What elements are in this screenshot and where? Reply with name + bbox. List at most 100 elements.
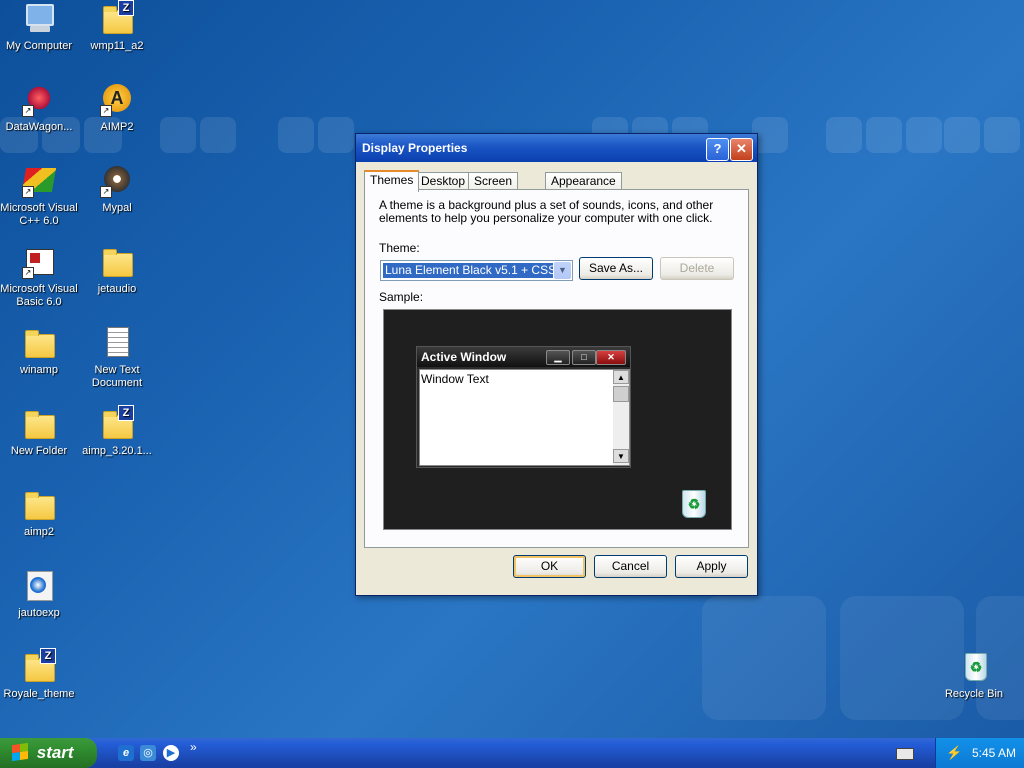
- wallpaper-decoration: [984, 117, 1020, 153]
- quick-launch-chevron[interactable]: »: [190, 740, 197, 754]
- desktop-icon-label: Royale_theme: [3, 688, 75, 700]
- folder-icon: [100, 245, 134, 279]
- desktop-icon-label: New Folder: [10, 445, 68, 457]
- wallpaper-decoration: [944, 117, 980, 153]
- safely-remove-hardware-icon[interactable]: ⚡: [946, 745, 962, 761]
- zip-folder-icon: Z: [100, 0, 134, 36]
- scroll-thumb: [613, 386, 629, 402]
- jautoexp-icon: [22, 569, 56, 603]
- internet-explorer-icon[interactable]: e: [118, 745, 134, 761]
- wallpaper-decoration: [200, 117, 236, 153]
- cancel-button[interactable]: Cancel: [594, 555, 667, 578]
- help-button[interactable]: ?: [706, 138, 729, 161]
- desktop-icon-mypal[interactable]: ↗ Mypal: [78, 164, 156, 215]
- theme-label: Theme:: [379, 241, 420, 255]
- visual-basic-icon: ↗: [22, 245, 56, 279]
- ok-button[interactable]: OK: [513, 555, 586, 578]
- desktop-icon-label: My Computer: [5, 40, 73, 52]
- desktop-icon-aimp2[interactable]: A ↗ AIMP2: [78, 83, 156, 134]
- scroll-down-icon: ▼: [613, 449, 629, 463]
- desktop-icon-label: Recycle Bin: [944, 688, 1004, 700]
- theme-select[interactable]: Luna Element Black v5.1 + CSS ▼: [380, 260, 573, 281]
- chevron-down-icon[interactable]: ▼: [554, 262, 571, 279]
- desktop-icon-label: aimp_3.20.1...: [82, 445, 152, 457]
- themes-panel: A theme is a background plus a set of so…: [364, 189, 749, 548]
- theme-description: A theme is a background plus a set of so…: [379, 198, 714, 225]
- wallpaper-decoration: [278, 117, 314, 153]
- desktop-icon-new-text-document[interactable]: New Text Document: [78, 326, 156, 390]
- desktop-icon-wmp11[interactable]: Z wmp11_a2: [78, 0, 156, 53]
- desktop-icon-label: Microsoft Visual C++ 6.0: [0, 202, 78, 227]
- sample-scrollbar: ▲ ▼: [613, 370, 629, 465]
- desktop-icon-label: jautoexp: [18, 607, 60, 619]
- sample-window-client: Window Text ▲ ▼: [419, 369, 630, 466]
- save-as-button[interactable]: Save As...: [579, 257, 653, 280]
- text-document-icon: [100, 326, 134, 360]
- wallpaper-decoration: [160, 117, 196, 153]
- clock[interactable]: 5:45 AM: [972, 738, 1016, 768]
- desktop-icon-label: Mypal: [102, 202, 132, 214]
- desktop-icon-winamp[interactable]: winamp: [0, 326, 78, 377]
- wallpaper-decoration: [318, 117, 354, 153]
- maximize-icon: □: [572, 350, 596, 365]
- zip-folder-icon: Z: [100, 405, 134, 441]
- desktop-icon-aimp2-folder[interactable]: aimp2: [0, 488, 78, 539]
- desktop-icon-label: New Text Document: [91, 364, 143, 389]
- close-button[interactable]: ✕: [730, 138, 753, 161]
- desktop-icon-datawagon[interactable]: ↗ DataWagon...: [0, 83, 78, 134]
- desktop-icon-visual-basic[interactable]: ↗ Microsoft Visual Basic 6.0: [0, 245, 78, 309]
- wallpaper-decoration: [866, 117, 902, 153]
- apply-button[interactable]: Apply: [675, 555, 748, 578]
- close-icon: ✕: [596, 350, 626, 365]
- minimize-icon: ▁: [546, 350, 570, 365]
- desktop-icon-label: Microsoft Visual Basic 6.0: [0, 283, 78, 308]
- sample-window-title-bar: Active Window ▁ □ ✕: [417, 347, 630, 367]
- desktop-icon-jetaudio[interactable]: jetaudio: [78, 245, 156, 296]
- display-properties-dialog: Display Properties ? ✕ Themes Desktop Sc…: [355, 133, 758, 596]
- dialog-title-bar[interactable]: Display Properties ? ✕: [356, 134, 757, 162]
- desktop-icon-label: wmp11_a2: [90, 40, 144, 52]
- desktop-icon-label: jetaudio: [97, 283, 137, 295]
- desktop-icon-royale-theme[interactable]: Z Royale_theme: [0, 648, 78, 701]
- desktop-icon-label: aimp2: [24, 526, 54, 538]
- tab-desktop[interactable]: Desktop: [415, 172, 472, 190]
- desktop-icon-recycle-bin[interactable]: ♻ Recycle Bin: [935, 650, 1013, 701]
- desktop-icon-jautoexp[interactable]: jautoexp: [0, 569, 78, 620]
- zip-folder-icon: Z: [22, 648, 56, 684]
- start-button[interactable]: start: [0, 738, 97, 768]
- delete-button[interactable]: Delete: [660, 257, 734, 280]
- sample-window-title: Active Window: [421, 350, 507, 364]
- desktop-icon-aimp-3-20[interactable]: Z aimp_3.20.1...: [78, 405, 156, 458]
- keyboard-icon[interactable]: [896, 748, 914, 760]
- wallpaper-decoration: [906, 117, 942, 153]
- folder-icon: [22, 326, 56, 360]
- aimp-icon: A ↗: [100, 83, 134, 117]
- tab-themes[interactable]: Themes: [364, 170, 420, 192]
- desktop-icon-my-computer[interactable]: My Computer: [0, 2, 78, 53]
- wallpaper-decoration: [826, 117, 862, 153]
- recycle-bin-icon: ♻: [957, 650, 991, 684]
- media-icon[interactable]: ◎: [140, 745, 156, 761]
- taskbar: start e ◎ ▶ » ⚡ 5:45 AM: [0, 738, 1024, 768]
- desktop-icon-label: winamp: [20, 364, 58, 376]
- media-player-icon[interactable]: ▶: [163, 745, 179, 761]
- start-label: start: [36, 743, 74, 762]
- mypal-icon: ↗: [100, 164, 134, 198]
- desktop-icon-label: AIMP2: [100, 121, 134, 133]
- help-icon: ?: [713, 141, 722, 156]
- scroll-up-icon: ▲: [613, 370, 629, 384]
- tab-appearance[interactable]: Appearance: [545, 172, 622, 190]
- visual-cpp-icon: ↗: [21, 164, 57, 198]
- computer-icon: [22, 2, 56, 36]
- sample-label: Sample:: [379, 290, 424, 304]
- tab-screen-saver[interactable]: Screen Saver: [468, 172, 519, 205]
- desktop-icon-visual-cpp[interactable]: ↗ Microsoft Visual C++ 6.0: [0, 164, 78, 228]
- close-icon: ✕: [736, 141, 747, 156]
- desktop-icon-new-folder[interactable]: New Folder: [0, 407, 78, 458]
- desktop-icon-label: DataWagon...: [5, 121, 73, 133]
- datawagon-icon: ↗: [22, 83, 56, 117]
- theme-sample-preview: Active Window ▁ □ ✕ Window Text ▲ ▼ ♻: [383, 309, 732, 530]
- dialog-title: Display Properties: [362, 141, 468, 155]
- folder-icon: [22, 407, 56, 441]
- wallpaper-decoration: [702, 596, 826, 720]
